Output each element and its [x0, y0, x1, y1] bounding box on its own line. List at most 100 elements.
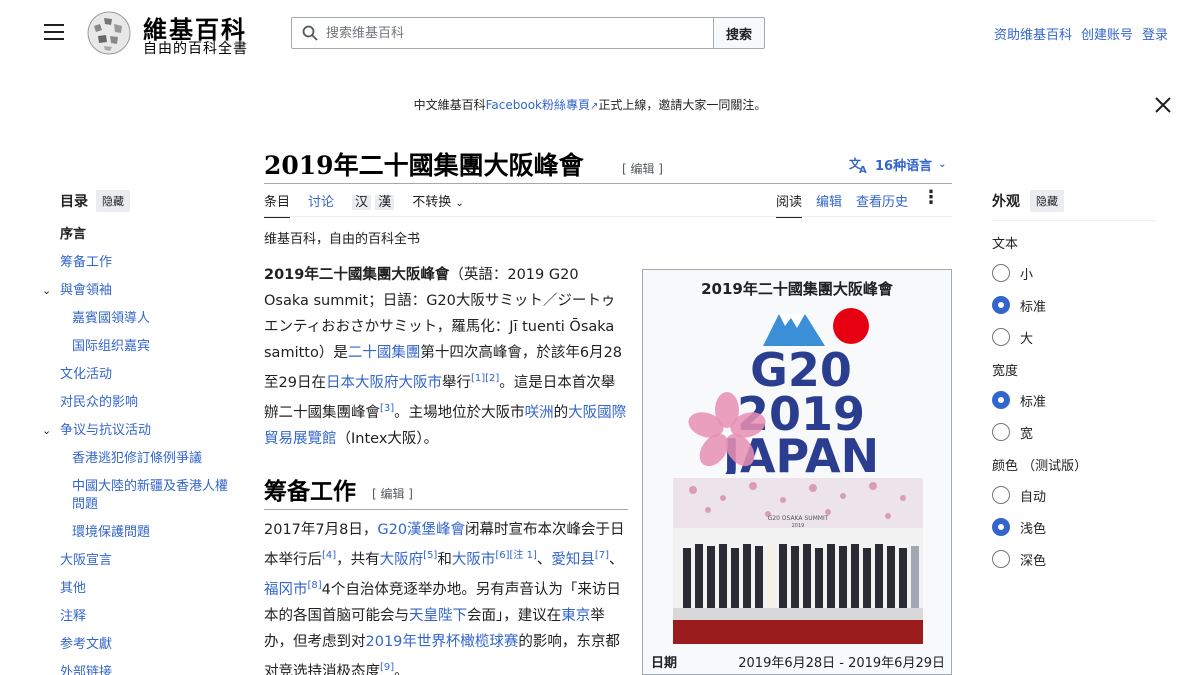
toc-item[interactable]: 序言 [60, 226, 230, 244]
close-icon[interactable] [1152, 94, 1174, 116]
text-size-option-label: 小 [1020, 267, 1034, 283]
tab-article[interactable]: 条目 [264, 191, 291, 218]
section-edit-link[interactable]: [ 编辑 ] [372, 485, 413, 502]
text-size-option[interactable]: 标准 [992, 294, 1156, 316]
variant-traditional[interactable]: 漢 [375, 195, 395, 210]
site-tagline: 自由的百科全書 [143, 41, 248, 57]
site-notice: 中文維基百科Facebook粉絲專頁↗正式上線，邀請大家一同關注。 [0, 96, 1180, 113]
title-edit-link[interactable]: [ 编辑 ] [622, 160, 663, 177]
tab-talk[interactable]: 讨论 [308, 191, 334, 218]
chevron-down-icon: ⌄ [455, 198, 464, 209]
width-group: 宽度 标准宽 [992, 360, 1156, 443]
notice-prefix: 中文維基百科 [413, 98, 486, 112]
photo-caption: G20 OSAKA SUMMIT [768, 515, 829, 522]
chevron-down-icon[interactable]: ⌄ [42, 282, 51, 300]
color-label: 颜色 （测试版） [992, 459, 1088, 474]
toc-item-label: 争议与抗议活动 [60, 423, 152, 438]
variant-dropdown[interactable]: 不转换 ⌄ [412, 191, 464, 218]
tabs-underline [264, 216, 952, 217]
text-size-option[interactable]: 大 [992, 326, 1156, 348]
infobox-title: 2019年二十國集團大阪峰會 [701, 280, 893, 298]
toc-list: 序言筹备工作 ⌄ 與會領袖嘉賓國領導人 国际组织嘉宾文化活动对民众的影响 ⌄ 争议与抗议活… [42, 226, 230, 675]
toc-item[interactable]: 参考文獻 [60, 636, 230, 654]
width-option-label: 宽 [1020, 426, 1034, 442]
chevron-down-icon: ⌄ [938, 159, 947, 170]
facebook-link[interactable]: Facebook粉絲專頁 [486, 98, 590, 112]
date-label: 日期 [651, 656, 678, 671]
toc-hide-button[interactable]: 隐藏 [96, 190, 130, 212]
toc-item[interactable]: ⌄ 與會領袖 [42, 282, 230, 300]
page-title: 2019年二十國集團大阪峰會 [264, 151, 584, 180]
appearance-panel: 外观 隐藏 文本 小标准大 宽度 标准宽 颜色 （测试版） 自动 浅色 深色 [992, 190, 1156, 582]
toc-item[interactable]: 注释 [60, 608, 230, 626]
group-photo: G20 OSAKA SUMMIT 2019 [673, 478, 923, 644]
tab-read[interactable]: 阅读 [776, 191, 803, 218]
toc-item[interactable]: 中國大陸的新疆及香港人權問題 [60, 478, 230, 514]
variant-dropdown-label: 不转换 [412, 195, 452, 210]
tab-edit[interactable]: 编辑 [816, 191, 842, 218]
variant-simplified[interactable]: 汉 [352, 195, 372, 210]
appearance-title: 外观 [992, 194, 1020, 210]
toc-item-label: 環境保護問題 [72, 525, 151, 540]
toc-item[interactable]: 外部链接 [60, 664, 230, 675]
color-option-label: 浅色 [1020, 521, 1047, 537]
chevron-down-icon[interactable]: ⌄ [42, 422, 51, 440]
more-actions-icon[interactable]: ⋮ [922, 189, 940, 218]
section-divider [264, 509, 628, 510]
toc-item-label: 與會領袖 [60, 283, 113, 298]
preparation-paragraph: 2017年7月8日，G20漢堡峰會闭幕时宣布本次峰会于日本举行后[4]，共有大阪… [264, 522, 625, 675]
language-count: 16种语言 [875, 159, 933, 174]
language-button[interactable]: 文 A 16种语言 ⌄ [849, 155, 947, 175]
toc-item[interactable]: 嘉賓國領導人 [60, 310, 230, 328]
toc-item[interactable]: 環境保護問題 [60, 524, 230, 542]
appearance-hide-button[interactable]: 隐藏 [1030, 190, 1064, 212]
radio-icon[interactable] [992, 550, 1010, 568]
create-account-link[interactable]: 创建账号 [1081, 24, 1133, 43]
translate-icon: 文 A [849, 156, 867, 174]
toc-item[interactable]: 大阪宣言 [60, 552, 230, 570]
toc-item[interactable]: 文化活动 [60, 366, 230, 384]
radio-icon[interactable] [992, 518, 1010, 536]
width-option[interactable]: 标准 [992, 389, 1156, 411]
text-size-option[interactable]: 小 [992, 262, 1156, 284]
toc-item[interactable]: 筹备工作 [60, 254, 230, 272]
main-menu-icon[interactable] [44, 24, 64, 42]
search-input[interactable] [326, 25, 706, 41]
radio-icon[interactable] [992, 296, 1010, 314]
search-icon [302, 25, 318, 41]
radio-icon[interactable] [992, 264, 1010, 282]
donate-link[interactable]: 资助维基百科 [994, 24, 1072, 43]
radio-icon[interactable] [992, 391, 1010, 409]
color-option[interactable]: 浅色 [992, 516, 1156, 538]
color-group: 颜色 （测试版） 自动浅色深色 [992, 455, 1156, 570]
toc-item[interactable]: 其他 [60, 580, 230, 598]
width-option[interactable]: 宽 [992, 421, 1156, 443]
wikipedia-globe-icon[interactable] [84, 10, 134, 56]
toc-item-label: 序言 [60, 227, 87, 242]
site-subtitle: 维基百科，自由的百科全书 [264, 232, 421, 247]
variant-switcher: 汉 漢 [352, 191, 395, 218]
text-size-option-label: 标准 [1020, 299, 1047, 315]
toc-item[interactable]: 对民众的影响 [60, 394, 230, 412]
lead-paragraph: 2019年二十國集團大阪峰會（英語：2019 G20 Osaka summit；… [264, 267, 627, 447]
toc-item[interactable]: 国际组织嘉宾 [60, 338, 230, 356]
search-button[interactable]: 搜索 [713, 17, 765, 49]
search-field[interactable] [291, 17, 714, 49]
photo-year: 2019 [792, 523, 805, 529]
radio-icon[interactable] [992, 423, 1010, 441]
radio-icon[interactable] [992, 328, 1010, 346]
toc-item-label: 国际组织嘉宾 [72, 339, 151, 354]
toc-item[interactable]: 香港逃犯修訂條例爭議 [60, 450, 230, 468]
toc-item-label: 嘉賓國領導人 [72, 311, 151, 326]
toc-item[interactable]: ⌄ 争议与抗议活动 [42, 422, 230, 440]
color-option[interactable]: 深色 [992, 548, 1156, 570]
toc-item-label: 参考文獻 [60, 637, 113, 652]
color-option[interactable]: 自动 [992, 484, 1156, 506]
radio-icon[interactable] [992, 486, 1010, 504]
color-option-label: 深色 [1020, 553, 1047, 569]
toc-item-label: 注释 [60, 609, 87, 624]
login-link[interactable]: 登录 [1142, 24, 1168, 43]
table-of-contents: 目录 隐藏 序言 筹备工作 ⌄ 與會領袖 嘉賓國領導人 国际组织嘉宾 文化活动 对民众的影响 ⌄… [42, 190, 230, 675]
width-option-label: 标准 [1020, 394, 1047, 410]
tab-history[interactable]: 查看历史 [856, 191, 908, 218]
